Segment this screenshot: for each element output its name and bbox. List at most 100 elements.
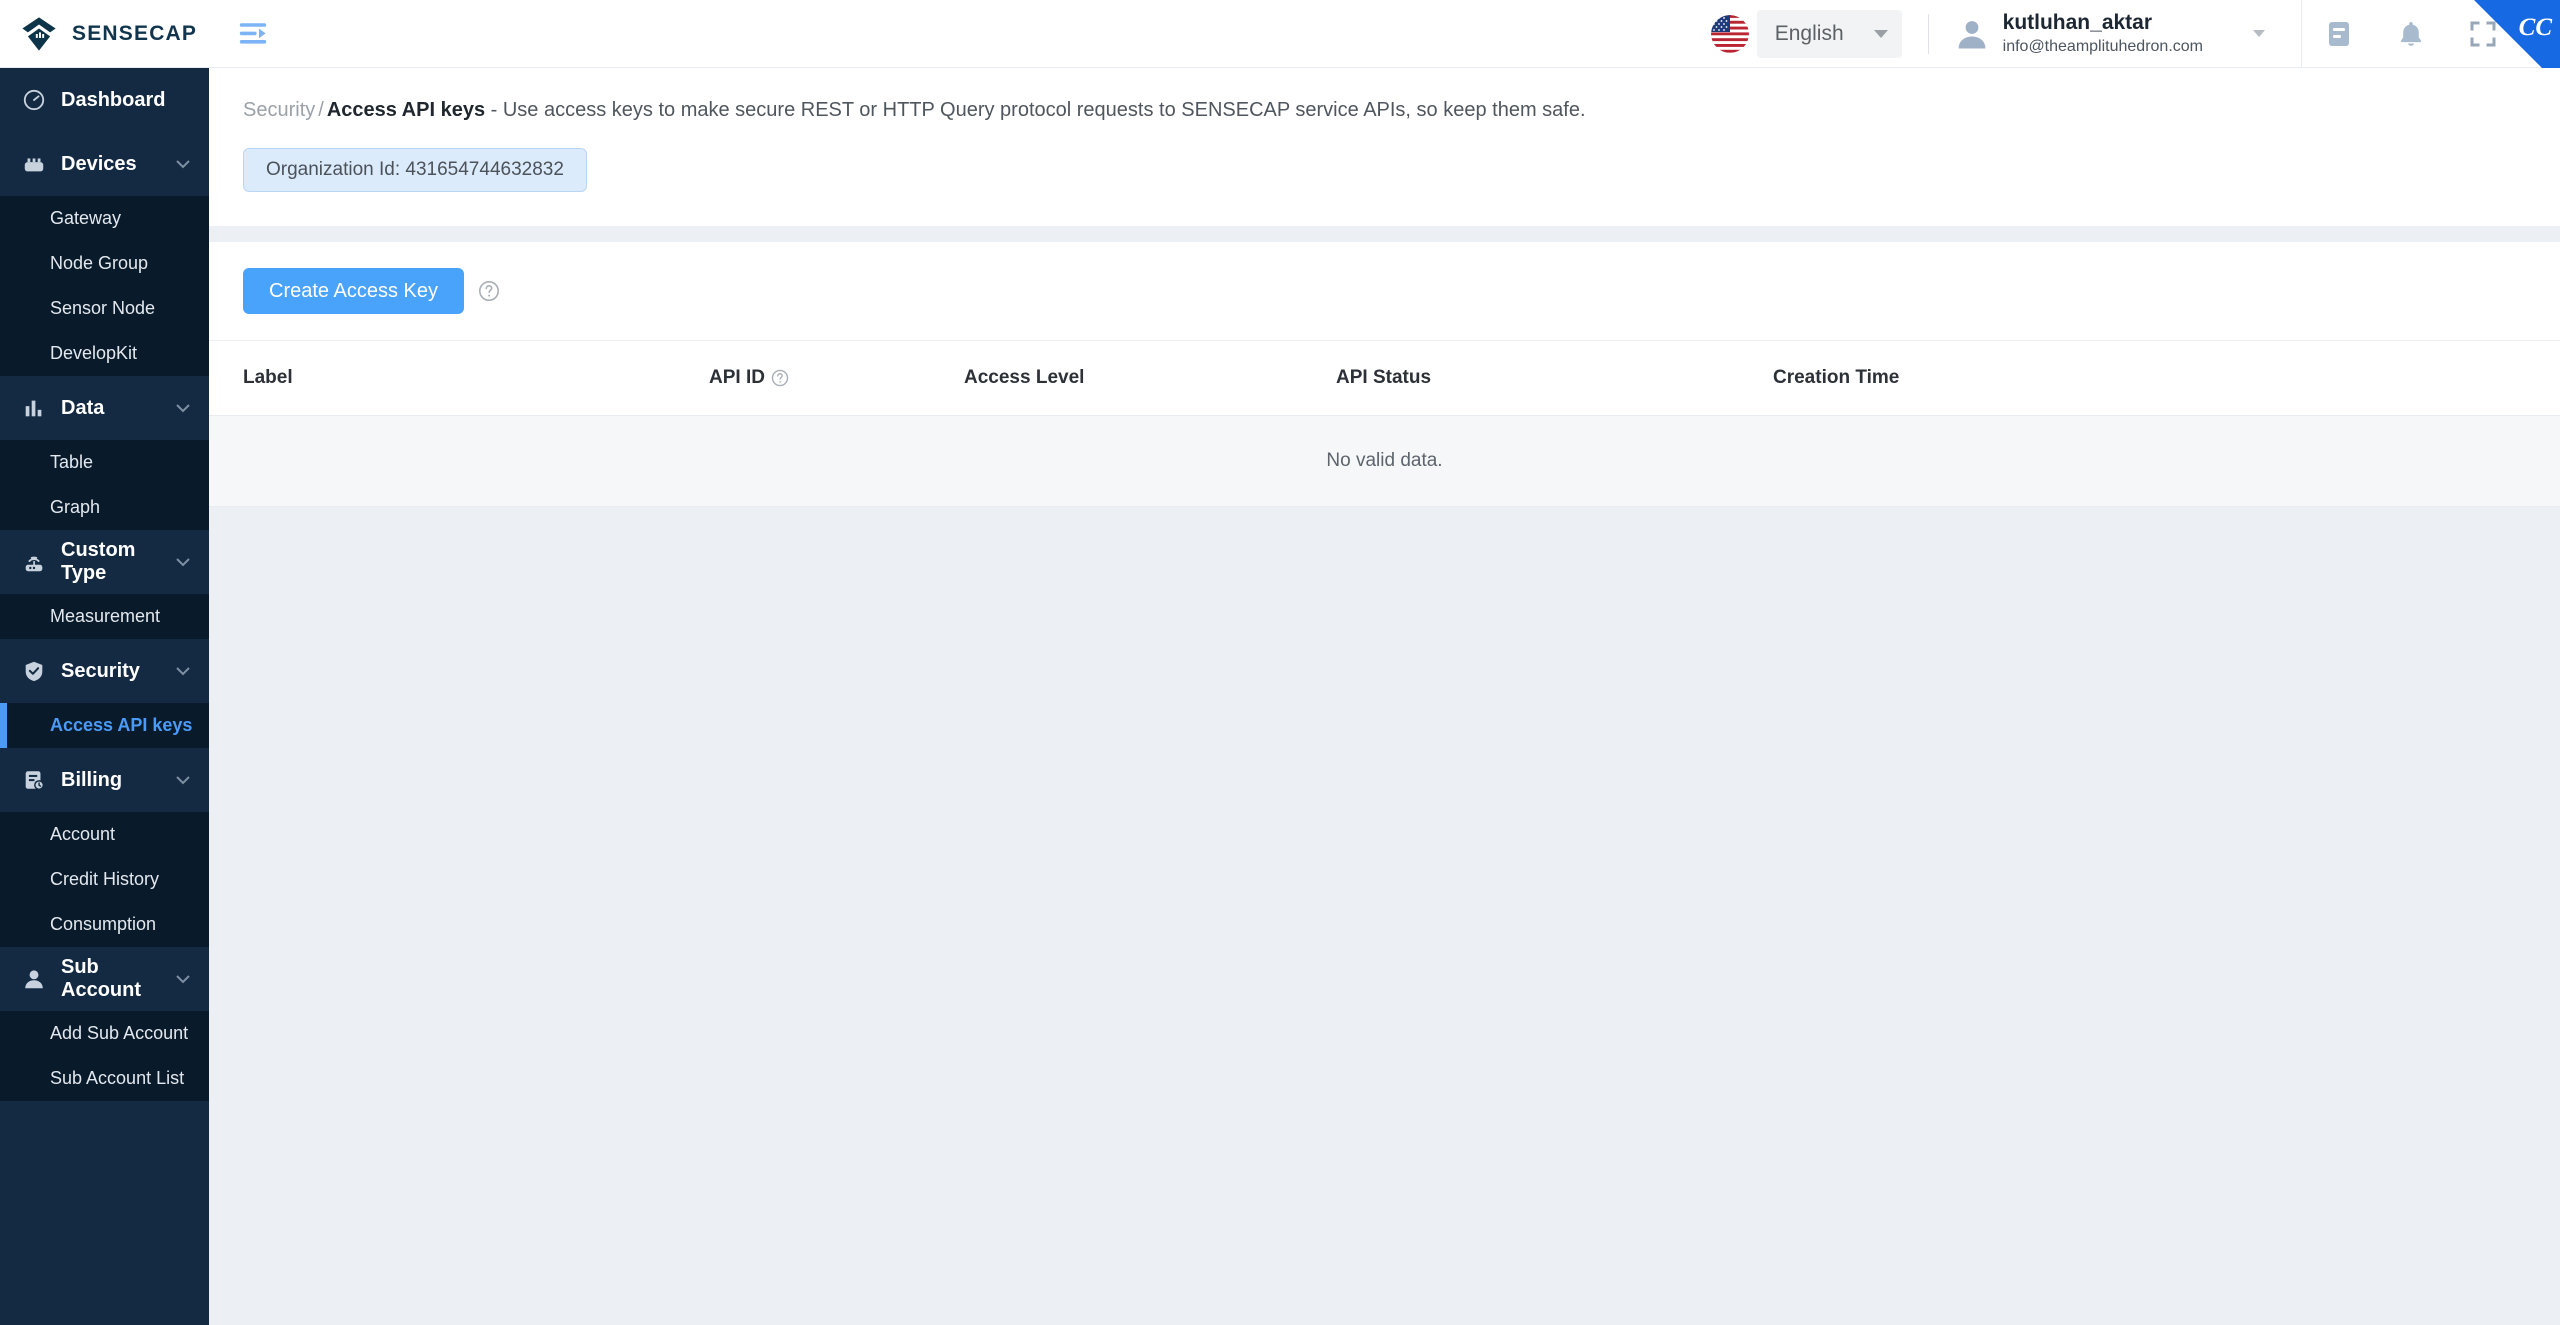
sidebar-item-gateway[interactable]: Gateway bbox=[0, 196, 209, 241]
sidebar-label: Measurement bbox=[50, 606, 160, 627]
table-body: No valid data. bbox=[209, 416, 2560, 507]
page-description: - Use access keys to make secure REST or… bbox=[491, 99, 1586, 121]
sidebar-label-data: Data bbox=[61, 397, 161, 420]
user-menu[interactable]: kutluhan_aktar info@theamplituhedron.com bbox=[1955, 11, 2275, 56]
chevron-down-icon bbox=[175, 557, 191, 567]
sensecap-logo-icon bbox=[20, 15, 58, 53]
sidebar-label: Node Group bbox=[50, 253, 148, 274]
column-label: Access Level bbox=[964, 367, 1084, 389]
page-title: Access API keys bbox=[327, 99, 485, 121]
header-divider-1 bbox=[1928, 14, 1929, 54]
api-keys-table: Label API ID bbox=[209, 341, 2560, 507]
sidebar-collapse-button[interactable] bbox=[236, 19, 270, 49]
sidebar-label: DevelopKit bbox=[50, 343, 137, 364]
sidebar-filler bbox=[0, 1101, 209, 1325]
column-label: API ID bbox=[709, 367, 765, 389]
sidebar-item-consumption[interactable]: Consumption bbox=[0, 902, 209, 947]
chevron-down-icon bbox=[175, 974, 191, 984]
sidebar-item-credit-history[interactable]: Credit History bbox=[0, 857, 209, 902]
router-icon bbox=[21, 549, 47, 575]
document-icon[interactable] bbox=[2324, 19, 2354, 49]
sidebar-sub-devices: Gateway Node Group Sensor Node DevelopKi… bbox=[0, 196, 209, 376]
sidebar-group-devices[interactable]: Devices bbox=[0, 132, 209, 196]
sidebar-label: Account bbox=[50, 824, 115, 845]
empty-state-text: No valid data. bbox=[209, 416, 2560, 507]
sidebar-label: Gateway bbox=[50, 208, 121, 229]
sidebar-item-sensor-node[interactable]: Sensor Node bbox=[0, 286, 209, 331]
sidebar-label-sub-account: Sub Account bbox=[61, 956, 161, 1002]
app-root: SENSECAP bbox=[0, 0, 2560, 1325]
question-circle-icon[interactable] bbox=[478, 280, 500, 302]
sidebar-item-account[interactable]: Account bbox=[0, 812, 209, 857]
column-header-label: Label bbox=[209, 341, 709, 416]
header-actions: English kutluhan_aktar info@theamplituhe… bbox=[1711, 0, 2560, 68]
sidebar-group-billing[interactable]: Billing bbox=[0, 748, 209, 812]
sidebar-item-sub-account-list[interactable]: Sub Account List bbox=[0, 1056, 209, 1101]
brand-name: SENSECAP bbox=[72, 22, 197, 46]
organization-id-label: Organization Id: 431654744632832 bbox=[266, 159, 564, 181]
sidebar-sub-custom-type: Measurement bbox=[0, 594, 209, 639]
sidebar-label: Access API keys bbox=[50, 715, 192, 736]
sidebar-label: Sensor Node bbox=[50, 298, 155, 319]
api-keys-toolbar: Create Access Key bbox=[209, 242, 2560, 341]
user-email: info@theamplituhedron.com bbox=[2003, 38, 2203, 56]
sidebar-item-add-sub-account[interactable]: Add Sub Account bbox=[0, 1011, 209, 1056]
dashboard-icon bbox=[21, 87, 47, 113]
column-header-creation-time: Creation Time bbox=[1773, 341, 2560, 416]
table-empty-row: No valid data. bbox=[209, 416, 2560, 507]
sidebar-label: Credit History bbox=[50, 869, 159, 890]
chevron-down-icon bbox=[175, 666, 191, 676]
create-access-key-button[interactable]: Create Access Key bbox=[243, 268, 464, 314]
chevron-down-icon bbox=[175, 775, 191, 785]
sidebar-item-developkit[interactable]: DevelopKit bbox=[0, 331, 209, 376]
sidebar-item-dashboard[interactable]: Dashboard bbox=[0, 68, 209, 132]
table-header-row: Label API ID bbox=[209, 341, 2560, 416]
column-header-api-id: API ID bbox=[709, 341, 964, 416]
card-gap bbox=[209, 226, 2560, 242]
menu-collapse-icon bbox=[238, 22, 268, 46]
sidebar-sub-security: Access API keys bbox=[0, 703, 209, 748]
billing-icon bbox=[21, 767, 47, 793]
sidebar-label: Add Sub Account bbox=[50, 1023, 188, 1044]
header-divider-2 bbox=[2301, 0, 2302, 68]
sidebar-group-security[interactable]: Security bbox=[0, 639, 209, 703]
sidebar-nav: Dashboard Devices Gateway Node Group bbox=[0, 68, 209, 1325]
column-header-access-level: Access Level bbox=[964, 341, 1336, 416]
sidebar-item-node-group[interactable]: Node Group bbox=[0, 241, 209, 286]
chevron-down-icon bbox=[1874, 30, 1888, 38]
bell-icon[interactable] bbox=[2396, 19, 2426, 49]
page-header-card: Security/Access API keys - Use access ke… bbox=[209, 68, 2560, 226]
user-meta: kutluhan_aktar info@theamplituhedron.com bbox=[2003, 11, 2203, 56]
sidebar-group-data[interactable]: Data bbox=[0, 376, 209, 440]
chevron-down-icon bbox=[2253, 30, 2265, 37]
language-label: English bbox=[1775, 22, 1844, 46]
chevron-down-icon bbox=[175, 403, 191, 413]
header-icon-group bbox=[2324, 19, 2560, 49]
devices-icon bbox=[21, 151, 47, 177]
sidebar-item-access-api-keys[interactable]: Access API keys bbox=[0, 703, 209, 748]
sidebar-group-custom-type[interactable]: Custom Type bbox=[0, 530, 209, 594]
column-label: Creation Time bbox=[1773, 367, 1899, 389]
sidebar-item-measurement[interactable]: Measurement bbox=[0, 594, 209, 639]
sidebar-label: Sub Account List bbox=[50, 1068, 184, 1089]
sidebar-label-dashboard: Dashboard bbox=[61, 89, 209, 112]
column-label: Label bbox=[243, 367, 293, 389]
sidebar-label-devices: Devices bbox=[61, 153, 161, 176]
breadcrumb-separator: / bbox=[315, 99, 327, 121]
question-circle-icon[interactable] bbox=[771, 369, 789, 387]
sidebar-label: Graph bbox=[50, 497, 100, 518]
language-selector[interactable]: English bbox=[1757, 10, 1902, 58]
sidebar-item-table[interactable]: Table bbox=[0, 440, 209, 485]
breadcrumb: Security/Access API keys - Use access ke… bbox=[243, 96, 2560, 124]
breadcrumb-parent[interactable]: Security bbox=[243, 99, 315, 121]
fullscreen-icon[interactable] bbox=[2468, 19, 2498, 49]
sidebar-sub-sub-account: Add Sub Account Sub Account List bbox=[0, 1011, 209, 1101]
column-label: API Status bbox=[1336, 367, 1431, 389]
sidebar-item-graph[interactable]: Graph bbox=[0, 485, 209, 530]
brand-logo[interactable]: SENSECAP bbox=[0, 0, 209, 68]
sidebar-label-security: Security bbox=[61, 660, 161, 683]
us-flag-icon bbox=[1711, 15, 1749, 53]
top-header: SENSECAP bbox=[0, 0, 2560, 68]
sidebar-group-sub-account[interactable]: Sub Account bbox=[0, 947, 209, 1011]
sidebar-label-billing: Billing bbox=[61, 769, 161, 792]
